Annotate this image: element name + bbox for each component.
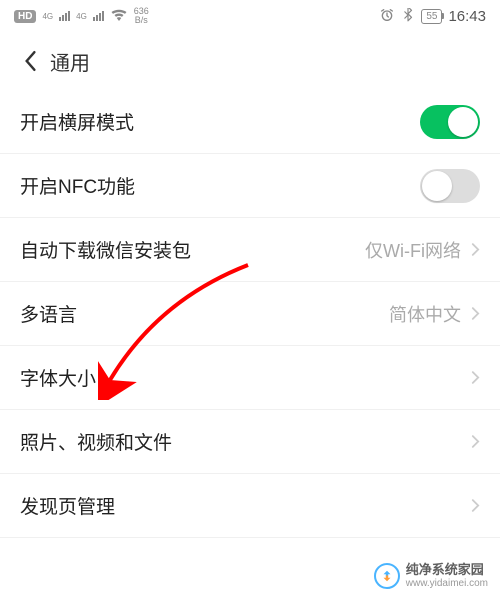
bluetooth-icon: [401, 8, 415, 25]
status-bar: HD 4G 4G 636 B/s 55 16:43: [0, 0, 500, 32]
watermark-name: 纯净系统家园: [406, 563, 488, 577]
row-label: 照片、视频和文件: [20, 428, 172, 455]
back-button[interactable]: [10, 41, 50, 81]
net-type-label-1: 4G: [42, 12, 53, 21]
toggle-landscape[interactable]: [420, 105, 480, 139]
page-title: 通用: [50, 47, 90, 76]
watermark: 纯净系统家园 www.yidaimei.com: [374, 563, 488, 589]
row-landscape-mode[interactable]: 开启横屏模式: [0, 90, 500, 154]
row-auto-download[interactable]: 自动下载微信安装包 仅Wi-Fi网络: [0, 218, 500, 282]
page-header: 通用: [0, 32, 500, 90]
chevron-right-icon: [471, 242, 480, 257]
row-font-size[interactable]: 字体大小: [0, 346, 500, 410]
alarm-icon: [379, 7, 395, 26]
row-language[interactable]: 多语言 简体中文: [0, 282, 500, 346]
status-right: 55 16:43: [379, 7, 486, 26]
battery-icon: 55: [421, 9, 442, 24]
chevron-right-icon: [471, 434, 480, 449]
chevron-left-icon: [23, 50, 37, 72]
row-label: 开启NFC功能: [20, 172, 135, 199]
row-label: 开启横屏模式: [20, 108, 134, 135]
toggle-nfc[interactable]: [420, 169, 480, 203]
status-left: HD 4G 4G 636 B/s: [14, 7, 149, 25]
signal-icon-2: [93, 11, 104, 21]
chevron-right-icon: [471, 498, 480, 513]
signal-icon-1: [59, 11, 70, 21]
wifi-icon: [110, 8, 128, 24]
row-discover-page[interactable]: 发现页管理: [0, 474, 500, 538]
hd-icon: HD: [14, 10, 36, 23]
row-label: 自动下载微信安装包: [20, 236, 191, 263]
row-label: 字体大小: [20, 364, 96, 391]
chevron-right-icon: [471, 306, 480, 321]
row-value: 仅Wi-Fi网络: [365, 237, 461, 263]
row-media-files[interactable]: 照片、视频和文件: [0, 410, 500, 474]
watermark-logo-icon: [374, 563, 400, 589]
row-nfc[interactable]: 开启NFC功能: [0, 154, 500, 218]
row-value: 简体中文: [389, 301, 461, 327]
net-type-label-2: 4G: [76, 12, 87, 21]
chevron-right-icon: [471, 370, 480, 385]
row-label: 多语言: [20, 300, 77, 327]
clock-time: 16:43: [448, 8, 486, 25]
net-speed: 636 B/s: [134, 7, 149, 25]
row-label: 发现页管理: [20, 492, 115, 519]
watermark-url: www.yidaimei.com: [406, 578, 488, 589]
